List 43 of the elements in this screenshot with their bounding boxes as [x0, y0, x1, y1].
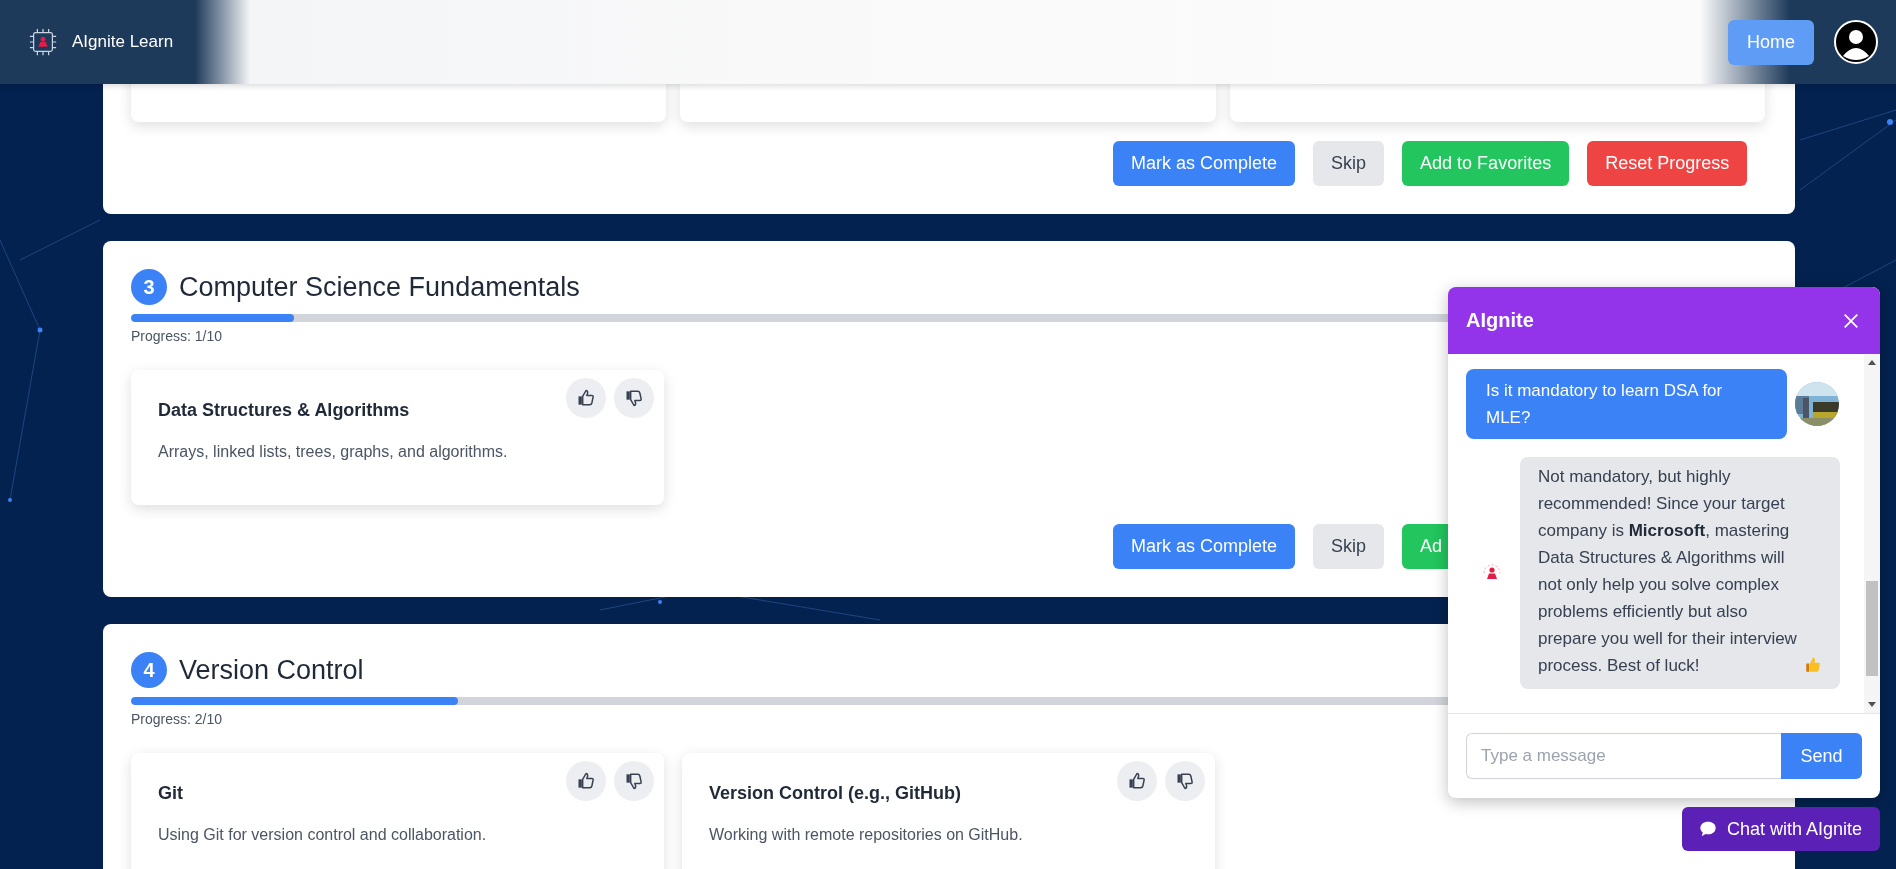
- chat-with-button[interactable]: Chat with AIgnite: [1681, 807, 1880, 851]
- dislike-button[interactable]: [614, 761, 654, 801]
- topic-title: Git: [158, 783, 183, 804]
- progress-text: Progress: 1/10: [131, 328, 224, 344]
- section-number: 3: [131, 269, 167, 305]
- topic-description: Arrays, linked lists, trees, graphs, and algorithms.: [158, 443, 509, 461]
- action-button[interactable]: Skip: [1313, 524, 1385, 569]
- dislike-button[interactable]: [614, 378, 654, 418]
- action-button[interactable]: Add to Favorites: [1402, 141, 1570, 186]
- brand-name: AIgnite Learn: [72, 32, 174, 52]
- thumbs-down-icon: [624, 388, 644, 408]
- like-button[interactable]: [1117, 761, 1157, 801]
- send-button[interactable]: Send: [1781, 733, 1862, 779]
- action-button[interactable]: Mark as Complete: [1113, 141, 1296, 186]
- thumbs-up-icon: [576, 388, 596, 408]
- chip-logo-icon: [28, 27, 58, 57]
- speech-bubble-icon: [1698, 820, 1717, 838]
- topic-description: Working with remote repositories on GitHub.: [709, 826, 1024, 844]
- section-number: 4: [131, 652, 167, 688]
- user-message: Is it mandatory to learn DSA for MLE?: [1466, 369, 1787, 439]
- like-button[interactable]: [566, 378, 606, 418]
- thumbs-up-icon: [576, 771, 596, 791]
- home-button[interactable]: Home: [1728, 19, 1814, 65]
- scrollbar[interactable]: [1864, 354, 1880, 713]
- thumbs-up-icon: [1127, 771, 1147, 791]
- chat-title: AIgnite: [1466, 309, 1534, 332]
- progress-text: Progress: 2/10: [131, 711, 224, 727]
- thumbs-down-icon: [624, 771, 644, 791]
- close-icon[interactable]: [1842, 311, 1860, 330]
- topic-title: Data Structures & Algorithms: [158, 400, 410, 421]
- action-button[interactable]: Skip: [1313, 141, 1385, 186]
- section-title: Version Control: [179, 654, 364, 686]
- like-button[interactable]: [566, 761, 606, 801]
- thumbs-down-icon: [1175, 771, 1195, 791]
- message-input[interactable]: Type a message: [1466, 733, 1781, 779]
- bot-message: Not mandatory, but highly recommended! Since your target company is Microsoft, mastering Data Structures & Algorithms will not only help you solve complex problems efficiently but also prepare you well for their interview process. Best of luck!: [1538, 466, 1798, 677]
- action-button[interactable]: Mark as Complete: [1113, 524, 1296, 569]
- user-avatar-icon[interactable]: [1834, 20, 1878, 64]
- action-button[interactable]: Reset Progress: [1587, 141, 1748, 186]
- topic-title: Version Control (e.g., GitHub): [709, 783, 961, 804]
- topic-description: Using Git for version control and collaboration.: [158, 826, 488, 844]
- dislike-button[interactable]: [1165, 761, 1205, 801]
- section-title: Computer Science Fundamentals: [179, 271, 580, 303]
